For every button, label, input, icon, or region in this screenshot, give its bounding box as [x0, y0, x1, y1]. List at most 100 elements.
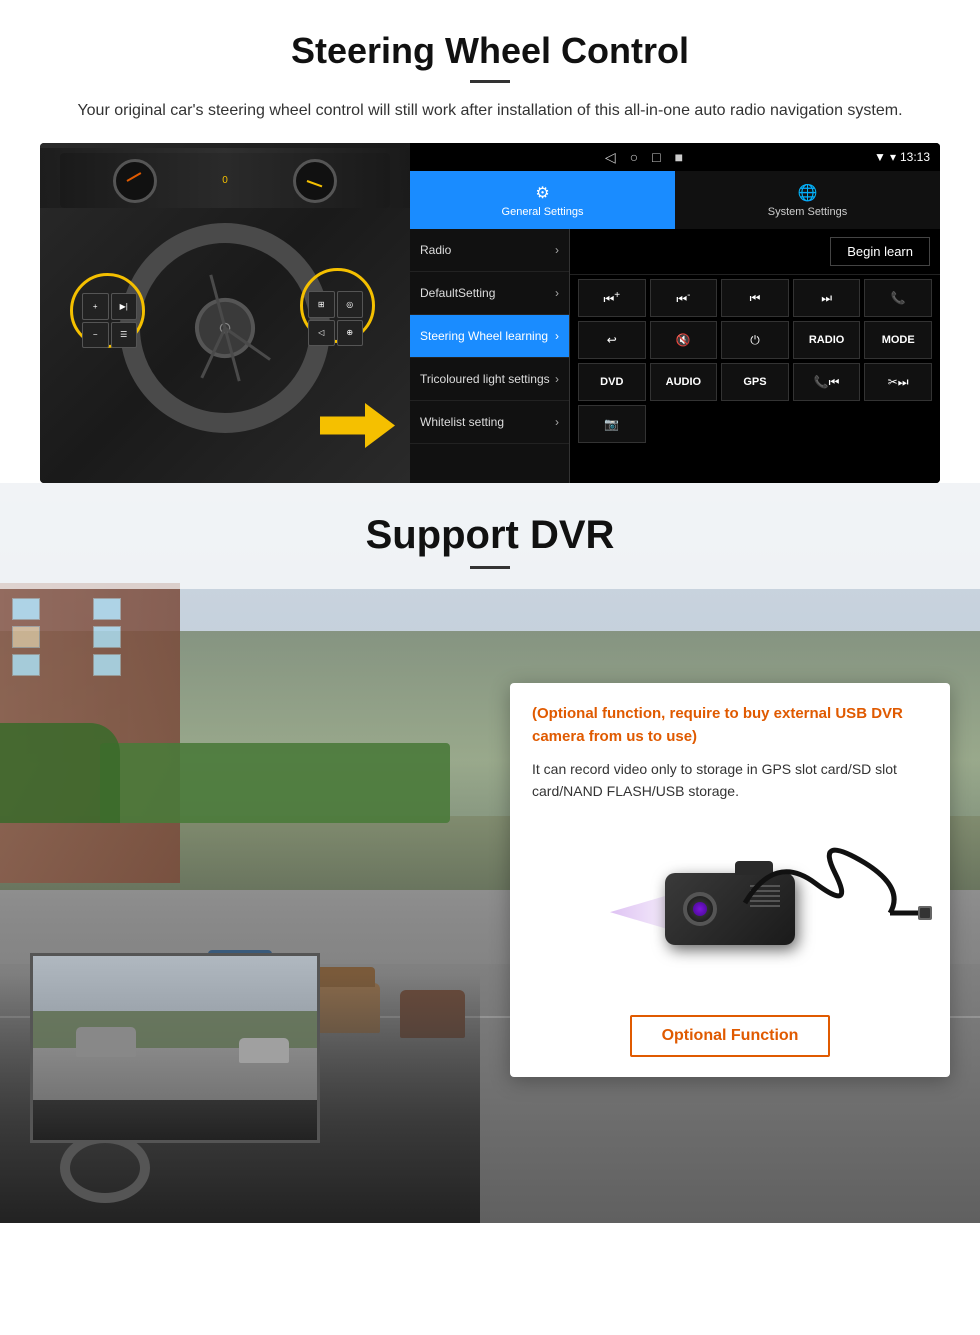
dvr-divider: [470, 566, 510, 569]
ctrl-btn-next[interactable]: ⏭: [793, 279, 861, 317]
menu-item-radio[interactable]: Radio ›: [410, 229, 569, 272]
ctrl-btn-gps[interactable]: GPS: [721, 363, 789, 401]
ctrl-btn-camera[interactable]: 📷: [578, 405, 646, 443]
thumb-car2: [239, 1038, 289, 1063]
ctrl-btn-mute[interactable]: 🔇: [650, 321, 718, 359]
arrow-indicator: [320, 403, 395, 448]
radio-label: RADIO: [809, 334, 844, 346]
menu-item-whitelist[interactable]: Whitelist setting ›: [410, 401, 569, 444]
sw-btn-8: ⊕: [337, 320, 364, 347]
left-menu: Radio › DefaultSetting › Steering Wheel …: [410, 229, 570, 483]
begin-learn-row: Begin learn: [570, 229, 940, 275]
ctrl-btn-cut-next[interactable]: ✂⏭: [864, 363, 932, 401]
dvr-title: Support DVR: [40, 513, 940, 558]
lens-element: [693, 902, 707, 916]
chevron-icon-5: ›: [555, 415, 559, 429]
ctrl-btn-power[interactable]: ⏻: [721, 321, 789, 359]
chevron-icon-2: ›: [555, 286, 559, 300]
ctrl-btn-dvd[interactable]: DVD: [578, 363, 646, 401]
menu-item-default[interactable]: DefaultSetting ›: [410, 272, 569, 315]
ctrl-btn-mode[interactable]: MODE: [864, 321, 932, 359]
window-1: [12, 598, 40, 620]
phone-icon: 📞: [891, 291, 906, 305]
ctrl-btn-phone-prev[interactable]: 📞⏮: [793, 363, 861, 401]
menu-icon: ■: [675, 149, 683, 165]
tab-system-label: System Settings: [768, 206, 847, 218]
camera-assembly: [665, 873, 795, 945]
signal-icon: ▼: [874, 150, 886, 164]
dvr-description: It can record video only to storage in G…: [532, 758, 928, 803]
usb-cable-svg: [735, 843, 935, 963]
window-5: [12, 654, 40, 676]
dvr-thumbnail: [30, 953, 320, 1143]
sw-right-buttons: ⊞ ◎ ◁ ⊕: [308, 291, 363, 346]
tree-left: [0, 723, 120, 823]
gauge-right: [293, 159, 337, 203]
status-icons: ▼ ▾ 13:13: [874, 150, 930, 164]
dvd-label: DVD: [600, 376, 623, 388]
dvr-info-card: (Optional function, require to buy exter…: [510, 683, 950, 1077]
ctrl-btn-vol-up[interactable]: ⏮+: [578, 279, 646, 317]
tab-general-settings[interactable]: ⚙ General Settings: [410, 171, 675, 229]
right-content: Begin learn ⏮+ ⏮- ⏮ ⏭ 📞 ↩ 🔇 ⏻: [570, 229, 940, 483]
sw-btn-7: ◁: [308, 320, 335, 347]
nav-icons: ◁ ○ □ ■: [420, 149, 868, 166]
sw-btn-1: +: [82, 293, 109, 320]
clock: 13:13: [900, 150, 930, 164]
menu-steering-label: Steering Wheel learning: [420, 329, 548, 343]
title-divider: [470, 80, 510, 83]
sw-btn-5: ⊞: [308, 291, 335, 318]
sw-btn-2: ▶|: [111, 293, 138, 320]
speed-display: 0: [222, 175, 228, 186]
ctrl-btn-prev[interactable]: ⏮: [721, 279, 789, 317]
status-bar: ◁ ○ □ ■ ▼ ▾ 13:13: [410, 143, 940, 171]
audio-label: AUDIO: [666, 376, 701, 388]
thumb-car1: [76, 1027, 136, 1057]
home-icon: ○: [630, 149, 638, 165]
control-buttons-grid: ⏮+ ⏮- ⏮ ⏭ 📞 ↩ 🔇 ⏻ RADIO MODE DVD AUDIO: [570, 275, 940, 447]
window-6: [93, 654, 121, 676]
ctrl-btn-phone[interactable]: 📞: [864, 279, 932, 317]
tab-system-settings[interactable]: 🌐 System Settings: [675, 171, 940, 229]
sw-left-buttons: + ▶| − ☰: [82, 293, 137, 348]
window-3: [12, 626, 40, 648]
back-call-icon: ↩: [607, 333, 617, 347]
android-ui: ◁ ○ □ ■ ▼ ▾ 13:13 ⚙ General Settings: [410, 143, 940, 483]
cut-next-icon: ✂⏭: [888, 375, 909, 390]
vol-down-icon: ⏮-: [676, 290, 690, 307]
power-icon: ⏻: [750, 333, 760, 348]
vol-up-icon: ⏮+: [603, 290, 620, 307]
ctrl-btn-audio[interactable]: AUDIO: [650, 363, 718, 401]
sw-btn-3: −: [82, 322, 109, 349]
next-track-icon: ⏭: [821, 291, 832, 306]
tab-general-label: General Settings: [502, 206, 584, 218]
steering-wheel-image: 0 ⊙: [40, 143, 410, 483]
menu-whitelist-label: Whitelist setting: [420, 415, 504, 429]
ctrl-btn-back[interactable]: ↩: [578, 321, 646, 359]
dvr-background: Support DVR (Optional function, require …: [0, 483, 980, 1223]
page-title: Steering Wheel Control: [40, 30, 940, 72]
settings-tabs[interactable]: ⚙ General Settings 🌐 System Settings: [410, 171, 940, 229]
steering-wheel-container: 0 ⊙: [40, 143, 410, 483]
menu-default-label: DefaultSetting: [420, 286, 495, 300]
optional-function-button[interactable]: Optional Function: [630, 1015, 831, 1057]
thumb-dash: [33, 1100, 317, 1140]
begin-learn-button[interactable]: Begin learn: [830, 237, 930, 266]
network-icon: 🌐: [798, 183, 818, 203]
phone-prev-icon: 📞⏮: [814, 375, 840, 390]
prev-track-icon: ⏮: [750, 291, 761, 306]
building-windows: [0, 583, 180, 691]
dvr-camera-illustration: [532, 819, 928, 999]
mute-icon: 🔇: [676, 333, 691, 347]
back-icon: ◁: [605, 149, 616, 166]
window-4: [93, 626, 121, 648]
menu-item-steering[interactable]: Steering Wheel learning ›: [410, 315, 569, 358]
ctrl-btn-radio[interactable]: RADIO: [793, 321, 861, 359]
sw-btn-6: ◎: [337, 291, 364, 318]
interior-sw: [60, 1133, 150, 1203]
ctrl-btn-vol-down[interactable]: ⏮-: [650, 279, 718, 317]
menu-tricoloured-label: Tricoloured light settings: [420, 372, 550, 386]
menu-item-tricoloured[interactable]: Tricoloured light settings ›: [410, 358, 569, 401]
dvr-optional-text: (Optional function, require to buy exter…: [532, 703, 928, 748]
gauge-needle: [126, 172, 141, 182]
